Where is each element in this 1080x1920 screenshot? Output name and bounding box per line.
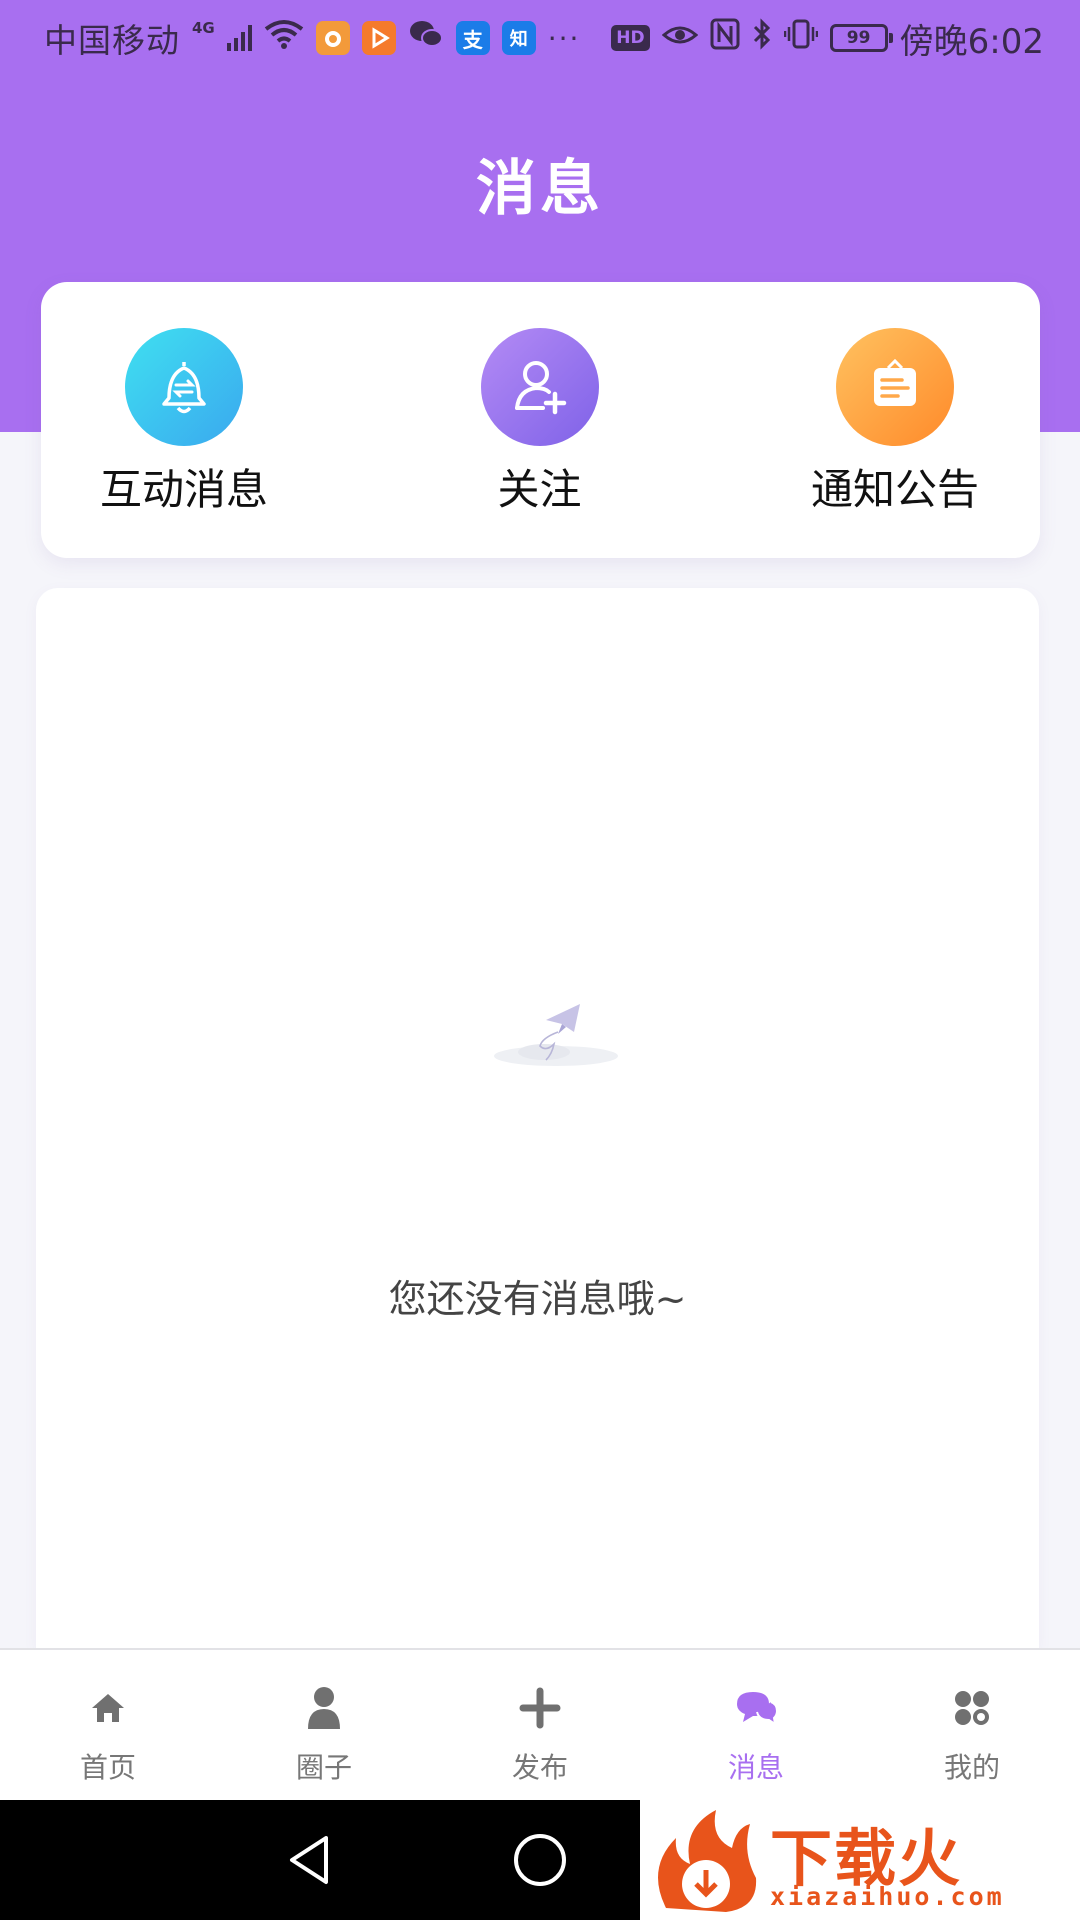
alipay-glyph: 支 xyxy=(462,27,483,52)
chat-bubble-icon xyxy=(732,1684,780,1732)
bluetooth-icon xyxy=(752,18,772,58)
empty-state-text: 您还没有消息哦~ xyxy=(388,1277,687,1321)
watermark: 下载火 xiazaihuo.com xyxy=(640,1800,1080,1920)
tab-home-label: 首页 xyxy=(79,1751,136,1784)
notices-entry[interactable]: 通知公告 xyxy=(800,328,990,517)
tab-publish[interactable]: 发布 xyxy=(432,1650,648,1800)
vibrate-icon xyxy=(783,18,818,58)
signal-icon xyxy=(226,25,252,51)
follow-entry[interactable]: 关注 xyxy=(445,328,635,517)
video-app-icon xyxy=(361,21,396,55)
notice-board-icon xyxy=(836,328,954,446)
grid-icon xyxy=(948,1684,996,1732)
alipay-icon: 支 xyxy=(455,21,490,55)
back-nav-icon[interactable] xyxy=(280,1830,340,1890)
tab-home[interactable]: 首页 xyxy=(0,1650,216,1800)
tab-bar: 首页 圈子 发布 消息 我的 xyxy=(0,1648,1080,1800)
nfc-icon xyxy=(710,18,740,58)
home-nav-icon[interactable] xyxy=(510,1830,570,1890)
person-icon xyxy=(300,1684,348,1732)
tab-mine-label: 我的 xyxy=(943,1751,1000,1784)
uc-browser-icon xyxy=(315,21,350,55)
zhihu-icon: 知 xyxy=(501,21,536,55)
tab-circle[interactable]: 圈子 xyxy=(216,1650,432,1800)
carrier-name: 中国移动 xyxy=(44,21,180,60)
notices-label: 通知公告 xyxy=(810,465,979,514)
page-title: 消息 xyxy=(476,154,604,224)
zhihu-glyph: 知 xyxy=(509,29,528,50)
follow-label: 关注 xyxy=(497,465,582,514)
status-bar: 中国移动 4G 支 知 ··· HD 99 傍晚6:02 xyxy=(0,0,1080,76)
tab-publish-label: 发布 xyxy=(511,1751,568,1784)
more-notifications: ··· xyxy=(547,21,581,55)
paper-plane-icon xyxy=(466,968,646,1078)
interaction-messages-label: 互动消息 xyxy=(99,465,268,514)
interaction-messages-entry[interactable]: 互动消息 xyxy=(89,328,279,517)
plus-icon xyxy=(516,1684,564,1732)
watermark-url: xiazaihuo.com xyxy=(770,1882,1005,1911)
wechat-icon xyxy=(408,19,444,57)
home-icon xyxy=(84,1684,132,1732)
add-user-icon xyxy=(480,328,599,446)
message-list: 您还没有消息哦~ xyxy=(36,588,1039,1648)
battery-icon: 99 xyxy=(829,24,893,52)
quick-entry-card: 互动消息 关注 通知公告 xyxy=(41,282,1040,558)
clock: 傍晚6:02 xyxy=(899,21,1044,62)
eye-comfort-icon xyxy=(661,19,698,57)
battery-level: 99 xyxy=(846,28,871,48)
watermark-logo-icon xyxy=(658,1810,757,1912)
tab-messages-label: 消息 xyxy=(727,1751,784,1784)
network-type: 4G xyxy=(192,19,215,37)
hd-badge: HD xyxy=(611,25,650,51)
tab-circle-label: 圈子 xyxy=(295,1751,352,1784)
bell-icon xyxy=(125,328,243,446)
tab-messages[interactable]: 消息 xyxy=(648,1650,864,1800)
tab-mine[interactable]: 我的 xyxy=(864,1650,1080,1800)
wifi-icon xyxy=(264,19,304,57)
